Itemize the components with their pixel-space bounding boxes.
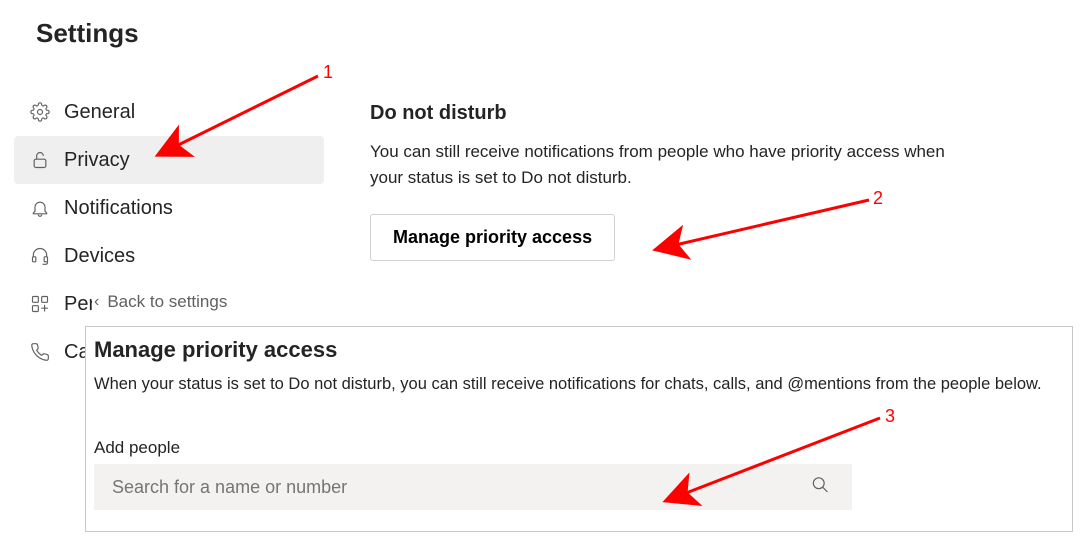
sidebar-item-privacy[interactable]: Privacy	[14, 136, 324, 184]
manage-priority-access-button[interactable]: Manage priority access	[370, 214, 615, 261]
page-title: Settings	[36, 18, 139, 49]
phone-icon	[26, 342, 54, 362]
headset-icon	[26, 246, 54, 266]
back-to-settings-link[interactable]: ‹ Back to settings	[94, 292, 227, 312]
panel-description: When your status is set to Do not distur…	[94, 373, 1064, 396]
sidebar-item-devices[interactable]: Devices	[14, 232, 324, 280]
chevron-left-icon: ‹	[94, 293, 99, 311]
panel-title: Manage priority access	[94, 337, 1064, 363]
main-content: Do not disturb You can still receive not…	[370, 102, 1060, 261]
sidebar-item-label: Notifications	[64, 197, 173, 220]
search-icon	[810, 475, 830, 500]
back-link-label: Back to settings	[107, 292, 227, 312]
lock-icon	[26, 150, 54, 170]
sidebar-item-notifications[interactable]: Notifications	[14, 184, 324, 232]
section-description: You can still receive notifications from…	[370, 139, 980, 192]
search-input[interactable]	[112, 477, 834, 498]
sidebar-item-label: Permissions	[64, 293, 92, 316]
sidebar-item-label: Devices	[64, 245, 135, 268]
sidebar-item-label: General	[64, 101, 135, 124]
sidebar-item-general[interactable]: General	[14, 88, 324, 136]
manage-priority-access-panel: Manage priority access When your status …	[85, 326, 1073, 532]
gear-icon	[26, 102, 54, 122]
search-people-field[interactable]	[94, 464, 852, 510]
add-people-label: Add people	[94, 438, 1064, 458]
sidebar-item-label: Privacy	[64, 149, 130, 172]
section-heading: Do not disturb	[370, 102, 1060, 125]
apps-icon	[26, 294, 54, 314]
bell-icon	[26, 198, 54, 218]
annotation-number-1: 1	[323, 62, 333, 82]
